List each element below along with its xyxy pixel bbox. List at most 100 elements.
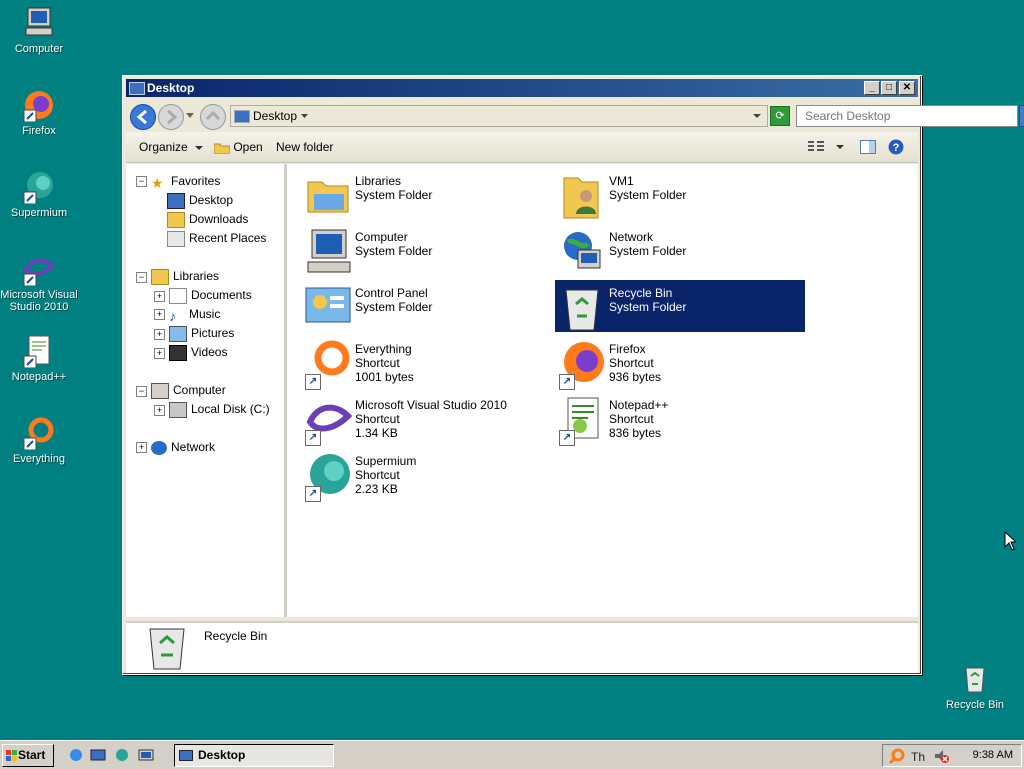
item-name: Libraries (355, 174, 402, 188)
file-item-firefox[interactable]: ↗ Firefox Shortcut 936 bytes (555, 336, 805, 390)
desktop-icon-firefox[interactable]: Firefox (0, 88, 78, 137)
downloads-folder-icon (167, 212, 185, 228)
internet-explorer-icon[interactable] (68, 748, 84, 762)
taskbar: Start Desktop Th 9:38 AM (0, 740, 1024, 769)
desktop-icon-label: Everything (13, 453, 65, 465)
forward-button[interactable] (158, 104, 184, 130)
desktop-icon-everything[interactable]: Everything (0, 416, 78, 465)
organize-menu[interactable]: Organize (139, 140, 204, 154)
tree-libraries[interactable]: − Libraries (136, 269, 219, 287)
open-label: Open (233, 140, 263, 154)
item-name: Network (609, 230, 654, 244)
item-type: System Folder (355, 244, 433, 258)
expand-toggle[interactable]: + (154, 309, 165, 321)
file-item-visual-studio[interactable]: ↗ Microsoft Visual Studio 2010 Shortcut 1.… (301, 392, 551, 446)
search-input[interactable] (803, 108, 987, 124)
up-button[interactable] (200, 104, 226, 130)
file-item-supermium[interactable]: ↗ Supermium Shortcut 2.23 KB (301, 448, 551, 502)
videos-icon (169, 345, 187, 361)
minimize-button[interactable]: _ (864, 81, 880, 95)
expand-toggle[interactable]: + (154, 328, 165, 340)
clock[interactable]: 9:38 AM (973, 749, 1013, 761)
open-button[interactable]: Open (213, 140, 263, 155)
desktop-icon-computer[interactable]: Computer (0, 6, 78, 55)
expand-toggle[interactable]: + (154, 404, 165, 416)
desktop-window-icon (179, 750, 193, 762)
tree-label: Favorites (171, 174, 221, 188)
close-button[interactable]: ✕ (899, 81, 915, 95)
file-item-recycle-bin[interactable]: Recycle Bin System Folder (555, 280, 805, 332)
supermium-quicklaunch-icon[interactable] (114, 748, 130, 762)
file-item-everything[interactable]: ↗ Everything Shortcut 1001 bytes (301, 336, 551, 390)
expand-toggle[interactable]: + (136, 442, 147, 454)
preview-pane-icon[interactable] (860, 140, 876, 154)
view-options-icon[interactable] (808, 141, 824, 154)
tree-downloads[interactable]: Downloads (167, 212, 248, 230)
tree-computer[interactable]: − Computer (136, 383, 226, 401)
show-desktop-icon[interactable] (90, 748, 106, 762)
desktop-icon-notepadpp[interactable]: Notepad++ (0, 334, 78, 383)
supermium-icon (22, 170, 56, 205)
taskbar-button-desktop[interactable]: Desktop (174, 744, 334, 767)
tree-recent-places[interactable]: Recent Places (167, 231, 266, 249)
expand-toggle[interactable]: + (154, 347, 165, 359)
collapse-toggle[interactable]: − (136, 176, 147, 188)
item-size: 936 bytes (609, 370, 662, 384)
file-item-control-panel[interactable]: Control Panel System Folder (301, 280, 551, 332)
tree-music[interactable]: + ♪ Music (154, 307, 220, 325)
search-box[interactable] (796, 105, 1024, 127)
desktop-icon-visual-studio[interactable]: Microsoft Visual Studio 2010 (0, 252, 78, 313)
tree-local-disk[interactable]: + Local Disk (C:) (154, 402, 270, 420)
file-item-notepadpp[interactable]: ↗ Notepad++ Shortcut 836 bytes (555, 392, 805, 446)
tree-favorites[interactable]: − ★ Favorites (136, 174, 220, 192)
item-type: System Folder (609, 300, 687, 314)
computer-icon (307, 229, 351, 273)
system-tray: Th 9:38 AM (882, 744, 1022, 767)
collapse-toggle[interactable]: − (136, 271, 147, 283)
item-name: Everything (355, 342, 412, 356)
back-button[interactable] (130, 104, 156, 130)
search-button[interactable] (1019, 105, 1024, 127)
desktop-icon-recycle-bin[interactable]: Recycle Bin (936, 662, 1014, 711)
navigation-pane: − ★ Favorites Desktop Downloads Recent Pla… (126, 164, 287, 617)
chevron-down-icon[interactable] (301, 114, 308, 119)
tree-videos[interactable]: + Videos (154, 345, 227, 363)
item-type: System Folder (609, 188, 687, 202)
chevron-down-icon[interactable] (836, 145, 844, 150)
file-item-network[interactable]: Network System Folder (555, 224, 805, 276)
tree-documents[interactable]: + Documents (154, 288, 252, 306)
chevron-down-icon[interactable] (186, 113, 194, 119)
file-list: Libraries System Folder Computer System Fo… (287, 164, 918, 617)
tree-pictures[interactable]: + Pictures (154, 326, 234, 344)
maximize-button[interactable]: □ (881, 81, 897, 95)
tree-network[interactable]: + Network (136, 440, 215, 458)
star-icon: ★ (151, 174, 164, 191)
volume-muted-icon[interactable] (933, 748, 949, 764)
file-item-vm1[interactable]: VM1 System Folder (555, 168, 805, 220)
tree-label: Local Disk (C:) (191, 402, 270, 417)
refresh-button[interactable]: ⟳ (770, 106, 790, 126)
tree-desktop[interactable]: Desktop (167, 193, 233, 211)
new-folder-button[interactable]: New folder (276, 140, 333, 154)
address-field[interactable]: Desktop (230, 105, 768, 127)
desktop-icon-supermium[interactable]: Supermium (0, 170, 78, 219)
desktop-icon-label: Microsoft Visual Studio 2010 (0, 289, 78, 313)
item-type: System Folder (355, 300, 433, 314)
title-bar[interactable]: Desktop _ □ ✕ (126, 79, 918, 97)
file-item-libraries[interactable]: Libraries System Folder (301, 168, 551, 220)
expand-toggle[interactable]: + (154, 290, 165, 302)
user-folder-icon (563, 177, 599, 219)
libraries-icon (307, 181, 349, 213)
file-item-computer[interactable]: Computer System Folder (301, 224, 551, 276)
explorer-quicklaunch-icon[interactable] (138, 748, 154, 762)
start-button[interactable]: Start (2, 744, 54, 767)
help-icon[interactable]: ? (888, 139, 904, 155)
address-dropdown-icon[interactable] (753, 114, 761, 119)
address-bar: Desktop ⟳ (126, 100, 1024, 132)
keyboard-layout-icon[interactable]: Th (911, 748, 927, 764)
collapse-toggle[interactable]: − (136, 385, 147, 397)
everything-tray-icon[interactable] (889, 748, 905, 764)
item-name: Recycle Bin (609, 286, 673, 300)
item-type: Shortcut (355, 412, 400, 426)
explorer-window[interactable]: Desktop _ □ ✕ Desktop ⟳ Or (122, 75, 1024, 675)
